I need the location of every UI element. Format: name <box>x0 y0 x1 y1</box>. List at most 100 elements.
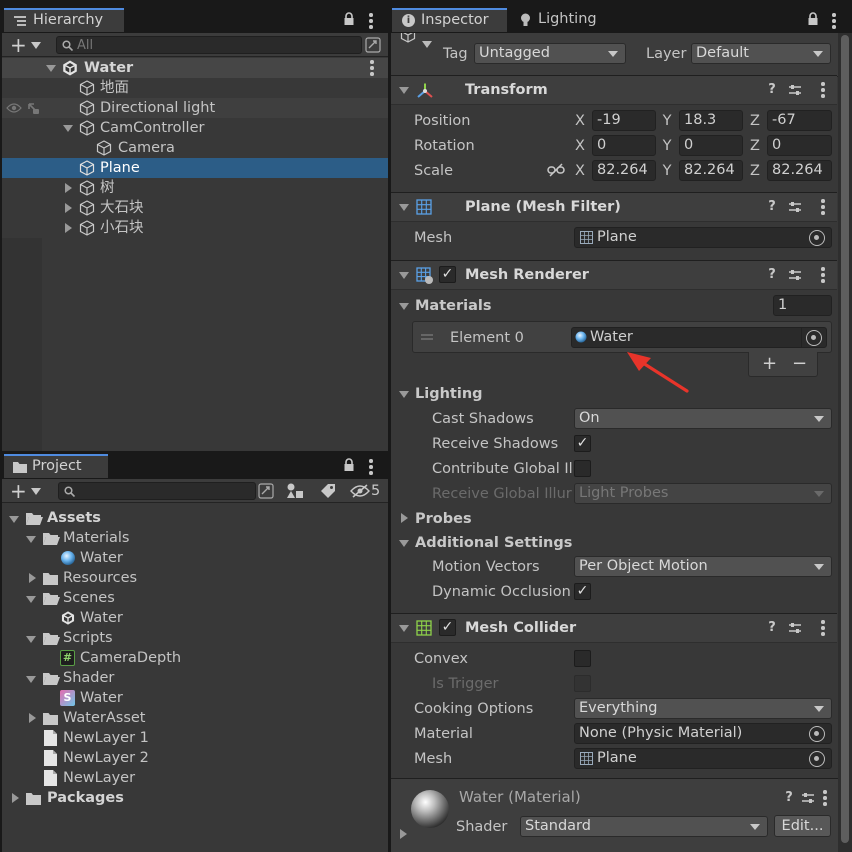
axis-y-label[interactable]: Y <box>661 136 673 156</box>
inspector-menu-icon[interactable] <box>832 13 836 29</box>
project-search-input[interactable] <box>58 482 256 500</box>
project-item-label[interactable]: NewLayer <box>63 768 135 788</box>
axis-z-label[interactable]: Z <box>749 111 761 131</box>
motion-vectors-dropdown[interactable]: Per Object Motion <box>574 556 832 577</box>
materials-size-field[interactable]: 1 <box>773 295 832 316</box>
chevron-down-icon[interactable] <box>399 540 409 547</box>
presets-icon[interactable] <box>788 200 802 214</box>
chevron-down-icon[interactable] <box>26 536 36 543</box>
chevron-down-icon[interactable] <box>46 65 56 72</box>
hierarchy-menu-icon[interactable] <box>369 13 373 29</box>
scrollbar-thumb[interactable] <box>841 35 849 843</box>
layer-dropdown[interactable]: Default <box>691 43 831 64</box>
scene-row[interactable] <box>2 58 388 78</box>
chevron-right-icon[interactable] <box>12 793 19 803</box>
chevron-down-icon[interactable] <box>31 488 41 495</box>
help-icon[interactable]: ? <box>764 267 780 283</box>
transform-header[interactable]: Transform ? <box>391 75 837 105</box>
object-picker-icon[interactable] <box>809 230 825 246</box>
axis-y-label[interactable]: Y <box>661 111 673 131</box>
probes-section-title[interactable]: Probes <box>415 509 472 529</box>
additional-settings-section-title[interactable]: Additional Settings <box>415 533 572 553</box>
chevron-right-icon[interactable] <box>29 573 36 583</box>
help-icon[interactable]: ? <box>764 82 780 98</box>
chevron-right-icon[interactable] <box>65 203 72 213</box>
hierarchy-search-input[interactable]: All <box>56 36 362 54</box>
hierarchy-item-small-rock[interactable] <box>2 218 388 238</box>
cooking-options-dropdown[interactable]: Everything <box>574 698 832 719</box>
convex-checkbox[interactable] <box>574 650 591 667</box>
help-icon[interactable]: ? <box>764 199 780 215</box>
edit-shader-button[interactable]: Edit... <box>774 815 831 837</box>
project-item-label[interactable]: Water <box>80 548 123 568</box>
component-menu-icon[interactable] <box>821 267 825 283</box>
component-menu-icon[interactable] <box>823 790 827 806</box>
scale-y-field[interactable]: 82.264 <box>679 160 743 181</box>
lock-icon[interactable] <box>807 12 819 26</box>
drag-handle-icon[interactable] <box>421 334 433 340</box>
project-item-label[interactable]: Water <box>80 688 123 708</box>
chevron-right-icon[interactable] <box>29 713 36 723</box>
project-item-label[interactable]: Shader <box>63 668 114 688</box>
chevron-down-icon[interactable] <box>26 636 36 643</box>
chevron-down-icon[interactable] <box>422 41 432 48</box>
chevron-right-icon[interactable] <box>65 223 72 233</box>
shader-dropdown[interactable]: Standard <box>520 816 768 837</box>
project-item-label[interactable]: Scripts <box>63 628 113 648</box>
chevron-right-icon[interactable] <box>401 513 408 523</box>
project-menu-icon[interactable] <box>369 459 373 475</box>
chevron-right-icon[interactable] <box>400 829 407 839</box>
project-item-label[interactable]: Scenes <box>63 588 115 608</box>
create-add-icon[interactable]: + <box>10 481 27 501</box>
project-item-label[interactable]: WaterAsset <box>63 708 146 728</box>
hierarchy-item-big-rock[interactable] <box>2 198 388 218</box>
project-item-label[interactable]: Packages <box>47 788 124 808</box>
presets-icon[interactable] <box>788 268 802 282</box>
visibility-eye-icon[interactable] <box>6 102 22 114</box>
lock-icon[interactable] <box>343 458 355 472</box>
element-0-material-field[interactable]: Water <box>571 327 827 348</box>
lighting-section-title[interactable]: Lighting <box>415 384 483 404</box>
scale-z-field[interactable]: 82.264 <box>767 160 832 181</box>
chevron-down-icon[interactable] <box>31 42 41 49</box>
scale-x-field[interactable]: 82.264 <box>592 160 656 181</box>
materials-section-title[interactable]: Materials <box>415 296 492 316</box>
position-y-field[interactable]: 18.3 <box>679 110 743 131</box>
cast-shadows-dropdown[interactable]: On <box>574 408 832 429</box>
project-item-label[interactable]: Assets <box>47 508 101 528</box>
chevron-down-icon[interactable] <box>399 272 409 279</box>
mesh-collider-enabled-checkbox[interactable]: ✓ <box>439 619 456 636</box>
scene-visibility-icon[interactable] <box>365 37 381 53</box>
project-item-label[interactable]: Water <box>80 608 123 628</box>
chevron-down-icon[interactable] <box>399 625 409 632</box>
rotation-y-field[interactable]: 0 <box>679 135 743 156</box>
list-remove-button[interactable]: − <box>792 352 807 376</box>
create-add-icon[interactable]: + <box>10 35 27 55</box>
axis-z-label[interactable]: Z <box>749 161 761 181</box>
list-add-button[interactable]: + <box>762 352 777 376</box>
project-item-label[interactable]: CameraDepth <box>80 648 181 668</box>
physic-material-field[interactable]: None (Physic Material) <box>574 723 832 744</box>
pickable-hand-icon[interactable] <box>26 101 40 115</box>
presets-icon[interactable] <box>801 791 815 805</box>
object-picker-icon[interactable] <box>809 726 825 742</box>
object-picker-icon[interactable] <box>809 751 825 767</box>
chevron-down-icon[interactable] <box>26 596 36 603</box>
search-scope-icon[interactable] <box>258 483 274 499</box>
axis-y-label[interactable]: Y <box>661 161 673 181</box>
hierarchy-item-tree[interactable] <box>2 178 388 198</box>
rotation-z-field[interactable]: 0 <box>767 135 832 156</box>
mesh-object-field[interactable]: Plane <box>574 227 832 248</box>
mesh-renderer-header[interactable]: ✓ Mesh Renderer ? <box>391 260 837 290</box>
hierarchy-item-plane[interactable] <box>2 158 388 178</box>
chevron-right-icon[interactable] <box>65 183 72 193</box>
project-item-label[interactable]: NewLayer 1 <box>63 728 149 748</box>
inspector-scrollbar[interactable] <box>838 33 852 852</box>
object-picker-icon[interactable] <box>806 330 822 346</box>
contribute-gi-checkbox[interactable] <box>574 460 591 477</box>
dynamic-occlusion-checkbox[interactable]: ✓ <box>574 583 591 600</box>
chevron-down-icon[interactable] <box>63 125 73 132</box>
tab-project[interactable]: Project <box>4 454 108 478</box>
tab-hierarchy[interactable]: Hierarchy <box>4 8 124 32</box>
constrain-proportions-icon[interactable] <box>547 163 565 177</box>
